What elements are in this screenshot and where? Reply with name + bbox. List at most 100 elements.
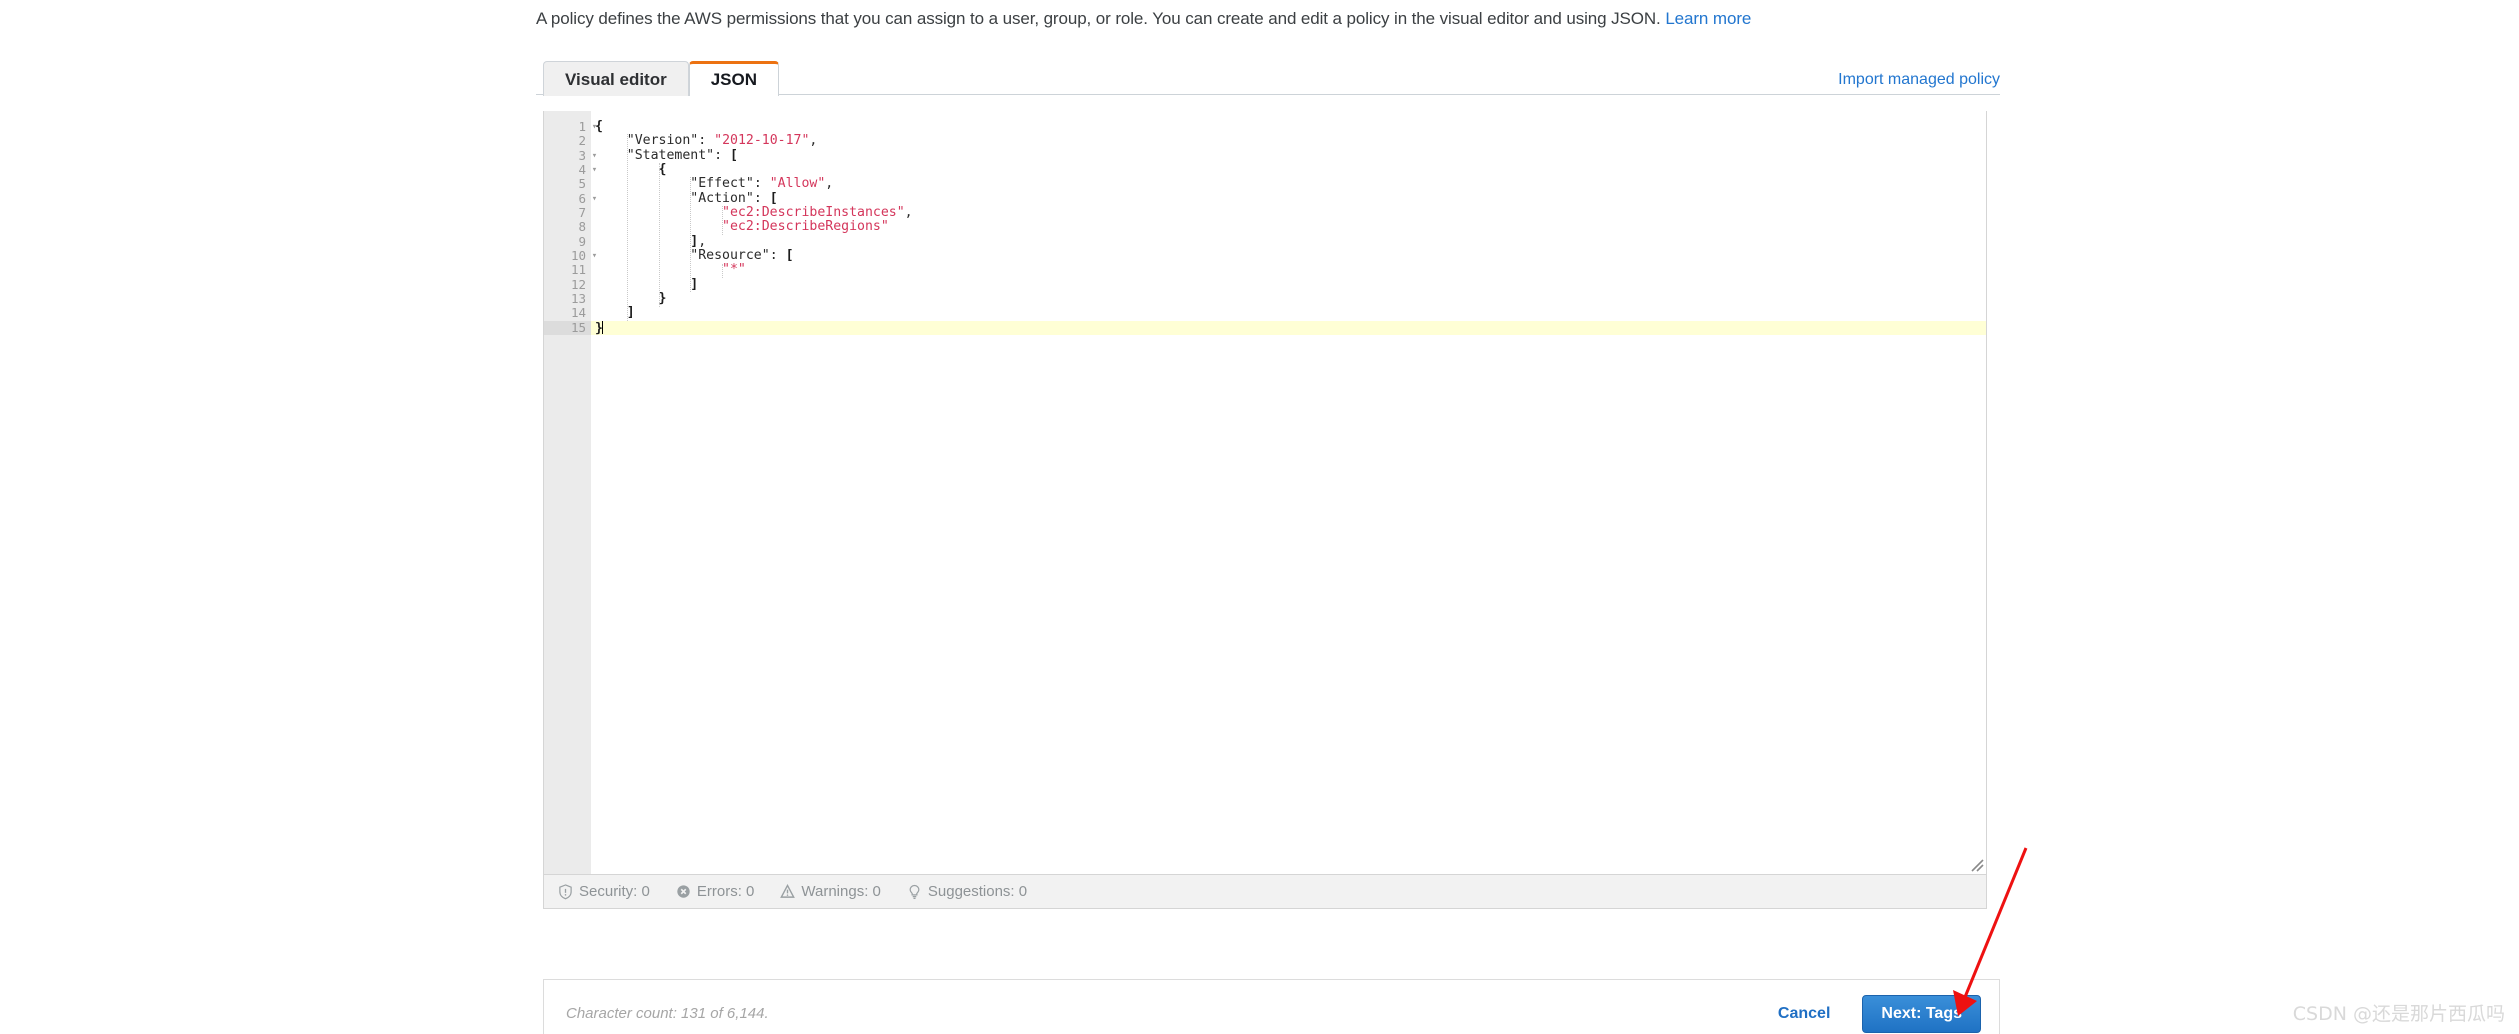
status-suggestions[interactable]: Suggestions: 0 bbox=[907, 883, 1027, 900]
code-token-punc: { bbox=[658, 162, 667, 178]
footer-action-bar: Character count: 131 of 6,144. Cancel Ne… bbox=[543, 979, 2000, 1034]
code-token-punc: ] bbox=[626, 305, 635, 321]
code-token-punc: } bbox=[658, 291, 667, 307]
code-token-plain: , bbox=[809, 133, 818, 149]
text-caret bbox=[601, 320, 603, 334]
fold-toggle-icon[interactable]: ▾ bbox=[589, 192, 600, 206]
code-line[interactable]: ] bbox=[591, 306, 1986, 320]
code-token-punc: [ bbox=[785, 248, 794, 264]
line-number: 15 bbox=[544, 320, 591, 336]
line-number: 12 bbox=[570, 276, 586, 292]
code-token-plain: , bbox=[825, 176, 834, 192]
page-description-text: A policy defines the AWS permissions tha… bbox=[536, 9, 1661, 28]
code-token-punc: ] bbox=[690, 276, 699, 292]
code-token-plain: : bbox=[769, 248, 786, 264]
line-number: 10 ▾ bbox=[544, 248, 597, 263]
status-warnings-label: Warnings: 0 bbox=[801, 883, 881, 900]
code-line[interactable]: "ec2:DescribeRegions" bbox=[591, 220, 1986, 234]
shield-icon bbox=[558, 883, 573, 900]
fold-toggle-icon[interactable]: ▾ bbox=[589, 163, 600, 177]
line-number: 9 bbox=[578, 233, 586, 249]
fold-toggle-icon[interactable]: ▾ bbox=[589, 249, 600, 263]
code-line[interactable]: "Action": [ bbox=[591, 190, 1986, 206]
status-warnings[interactable]: Warnings: 0 bbox=[780, 883, 881, 900]
warning-icon bbox=[780, 884, 796, 899]
code-token-punc: [ bbox=[730, 147, 738, 163]
line-number: 1 ▾ bbox=[544, 119, 597, 134]
code-line[interactable]: "Version": "2012-10-17", bbox=[591, 134, 1986, 148]
json-editor: 1 ▾ 2 3 ▾ 4 ▾ 5 6 ▾ 7 8 9 10 ▾ 11 12 13 14 15 { "Version": … bbox=[543, 111, 1987, 909]
line-number-gutter: 1 ▾ 2 3 ▾ 4 ▾ 5 6 ▾ 7 8 9 10 ▾ 11 12 13 14 15 bbox=[544, 111, 597, 874]
page-description: A policy defines the AWS permissions tha… bbox=[536, 0, 2000, 30]
code-line[interactable]: "Statement": [ bbox=[591, 147, 1986, 163]
code-area[interactable]: { "Version": "2012-10-17", "Statement": … bbox=[591, 111, 1986, 874]
code-token-key: "Version" bbox=[626, 133, 699, 149]
cancel-button[interactable]: Cancel bbox=[1770, 999, 1838, 1029]
csdn-watermark: CSDN @还是那片西瓜吗 bbox=[2292, 1003, 2505, 1025]
status-security[interactable]: Security: 0 bbox=[558, 883, 650, 900]
code-lines[interactable]: { "Version": "2012-10-17", "Statement": … bbox=[591, 119, 1986, 335]
character-count-label: Character count: 131 of 6,144. bbox=[566, 1005, 769, 1022]
import-managed-policy-link[interactable]: Import managed policy bbox=[1838, 71, 2000, 89]
error-icon bbox=[676, 884, 691, 899]
code-line[interactable]: "*" bbox=[591, 263, 1986, 277]
code-line[interactable]: ], bbox=[591, 233, 1986, 249]
code-token-key: "Resource" bbox=[690, 248, 770, 264]
policy-editor-page: A policy defines the AWS permissions tha… bbox=[0, 0, 2519, 1034]
line-number: 2 bbox=[578, 133, 586, 149]
code-token-key: "Statement" bbox=[626, 147, 715, 163]
status-errors[interactable]: Errors: 0 bbox=[676, 883, 755, 900]
line-number: 7 bbox=[578, 205, 586, 221]
learn-more-link[interactable]: Learn more bbox=[1665, 9, 1751, 28]
next-tags-button[interactable]: Next: Tags bbox=[1862, 994, 1981, 1033]
code-token-str: "*" bbox=[722, 262, 746, 278]
status-errors-label: Errors: 0 bbox=[696, 883, 755, 900]
line-number: 3 ▾ bbox=[544, 148, 597, 163]
line-number: 5 bbox=[578, 176, 586, 192]
code-token-plain: : bbox=[753, 176, 770, 192]
code-line[interactable]: } bbox=[591, 291, 1986, 307]
fold-toggle-icon[interactable]: ▾ bbox=[589, 149, 600, 163]
code-token-plain: : bbox=[753, 190, 770, 206]
footer-buttons: Cancel Next: Tags bbox=[1770, 994, 1981, 1033]
code-token-key: "Effect" bbox=[690, 176, 754, 192]
editor-tabs: Visual editor JSON Import managed policy bbox=[536, 59, 2000, 96]
editor-status-bar: Security: 0 Errors: 0 Warnings: 0 Sugges… bbox=[544, 874, 1986, 908]
line-number: 6 ▾ bbox=[544, 191, 597, 206]
code-line[interactable]: "Effect": "Allow", bbox=[591, 177, 1986, 191]
code-line[interactable]: { bbox=[591, 119, 1986, 134]
code-token-plain: : bbox=[714, 147, 730, 163]
code-token-plain: , bbox=[904, 205, 913, 221]
line-number: 11 bbox=[570, 262, 586, 278]
code-line[interactable]: "ec2:DescribeInstances", bbox=[591, 205, 1986, 221]
fold-toggle-icon[interactable]: ▾ bbox=[589, 120, 600, 134]
code-line[interactable]: { bbox=[591, 162, 1986, 178]
code-line[interactable]: "Resource": [ bbox=[591, 248, 1986, 264]
tab-list: Visual editor JSON bbox=[543, 59, 780, 96]
lightbulb-icon bbox=[907, 884, 922, 900]
code-token-str: "Allow" bbox=[769, 176, 826, 192]
code-line[interactable]: } bbox=[591, 320, 1986, 335]
code-token-key: "Action" bbox=[690, 190, 754, 206]
code-token-str: "ec2:DescribeRegions" bbox=[722, 219, 889, 235]
editor-resize-handle[interactable] bbox=[1968, 856, 1984, 872]
tab-json[interactable]: JSON bbox=[688, 61, 780, 96]
tab-visual-editor[interactable]: Visual editor bbox=[543, 61, 689, 96]
line-number: 14 bbox=[570, 305, 586, 321]
content-column: A policy defines the AWS permissions tha… bbox=[536, 0, 2000, 909]
code-line[interactable]: ] bbox=[591, 276, 1986, 292]
json-editor-body[interactable]: 1 ▾ 2 3 ▾ 4 ▾ 5 6 ▾ 7 8 9 10 ▾ 11 12 13 14 15 { "Version": … bbox=[544, 111, 1986, 874]
code-token-str: "2012-10-17" bbox=[714, 133, 810, 149]
code-token-plain: , bbox=[698, 233, 707, 249]
status-suggestions-label: Suggestions: 0 bbox=[927, 883, 1028, 900]
